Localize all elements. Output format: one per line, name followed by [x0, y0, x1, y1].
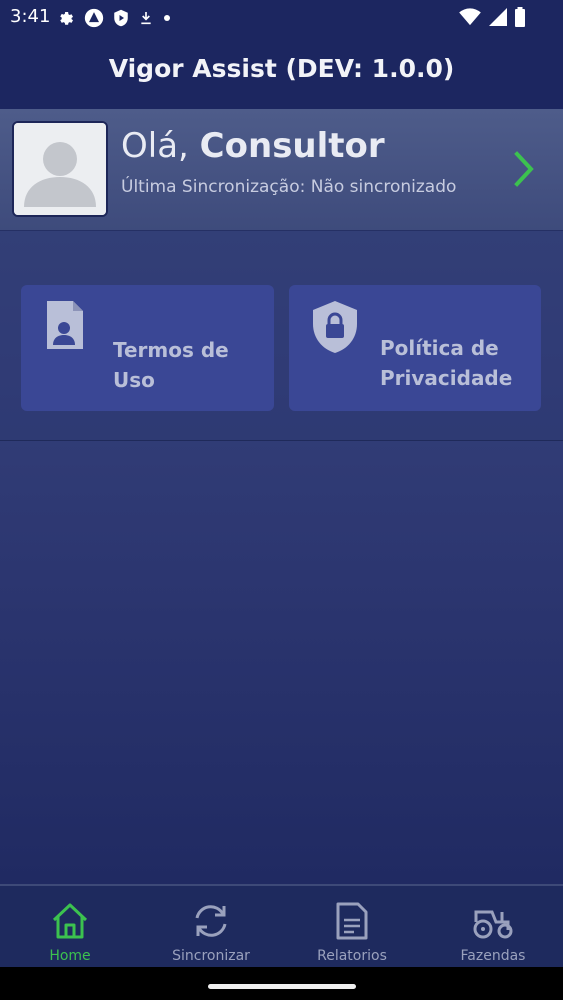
nav-label: Home [49, 948, 91, 964]
bottom-navigation: Home Sincronizar Relatorios Fazendas [0, 884, 563, 969]
status-bar: 3:41 [0, 0, 563, 34]
shortcut-cards: Termos de Uso Política de Privacidade [0, 230, 563, 441]
sync-status: Última Sincronização: Não sincronizado [121, 177, 457, 197]
shield-lock-icon [313, 301, 357, 353]
gesture-bar [0, 967, 563, 1000]
nav-label: Fazendas [460, 948, 526, 964]
battery-icon [515, 7, 525, 27]
signal-icon [489, 8, 507, 26]
greeting: Olá, Consultor [121, 126, 385, 166]
tractor-icon [473, 910, 513, 939]
main-content: Olá, Consultor Última Sincronização: Não… [0, 109, 563, 884]
sync-icon [195, 905, 227, 937]
privacy-policy-card[interactable]: Política de Privacidade [289, 285, 541, 411]
avatar [12, 121, 108, 217]
nav-item-farms[interactable]: Fazendas [423, 886, 563, 969]
wifi-icon [459, 8, 481, 26]
report-icon [336, 902, 368, 940]
download-icon [141, 12, 151, 25]
user-placeholder-icon [14, 123, 106, 215]
home-gesture-handle[interactable] [208, 984, 356, 989]
app-header: 3:41 Vigor Assist (DEV: 1.0.0) [0, 0, 563, 109]
user-name: Consultor [199, 126, 385, 166]
nav-item-sync[interactable]: Sincronizar [141, 886, 281, 969]
profile-header[interactable]: Olá, Consultor Última Sincronização: Não… [0, 109, 563, 231]
card-label: Política de Privacidade [380, 336, 513, 390]
document-user-icon [47, 301, 83, 349]
dot-icon [164, 15, 170, 21]
card-label: Termos de Uso [113, 338, 229, 392]
nav-label: Sincronizar [172, 948, 250, 964]
app-title: Vigor Assist (DEV: 1.0.0) [108, 54, 455, 83]
shield-play-icon [114, 9, 128, 27]
vpn-triangle-icon [84, 8, 104, 28]
home-icon [52, 903, 88, 939]
status-time: 3:41 [10, 6, 51, 27]
chevron-right-icon[interactable] [509, 149, 539, 189]
terms-of-use-card[interactable]: Termos de Uso [21, 285, 274, 411]
gear-icon [60, 12, 73, 25]
nav-item-home[interactable]: Home [0, 886, 140, 969]
nav-label: Relatorios [317, 948, 387, 964]
nav-item-reports[interactable]: Relatorios [282, 886, 422, 969]
greeting-prefix: Olá, [121, 126, 189, 166]
